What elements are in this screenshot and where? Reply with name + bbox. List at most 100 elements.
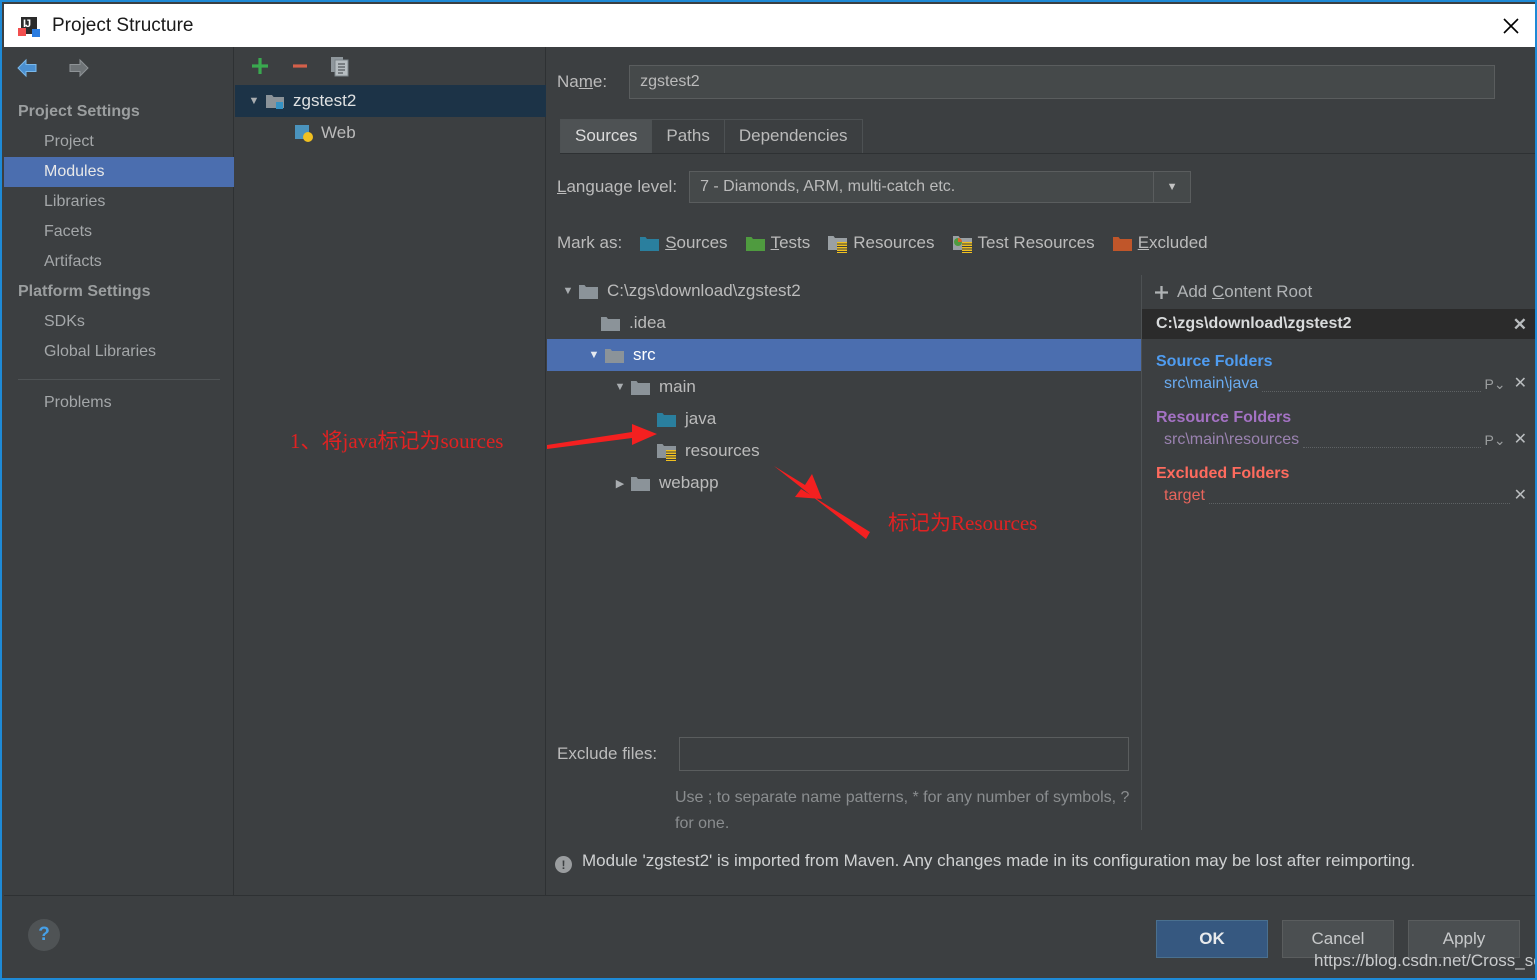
language-level-value: 7 - Diamonds, ARM, multi-catch etc. (700, 178, 956, 195)
plus-icon[interactable] (247, 53, 273, 79)
resources-folder-icon (828, 234, 848, 253)
chevron-down-icon[interactable]: ▼ (609, 381, 631, 393)
sidebar-item-global-libraries[interactable]: Global Libraries (4, 337, 234, 367)
source-folder-row[interactable]: src\main\java P⌄ ✕ (1142, 373, 1535, 395)
forward-arrow-icon[interactable] (62, 57, 90, 84)
help-icon[interactable]: ? (28, 919, 60, 951)
resource-folder-row[interactable]: src\main\resources P⌄ ✕ (1142, 429, 1535, 451)
name-row: Name: (557, 65, 1496, 99)
source-tree-row-src[interactable]: ▼ src (547, 339, 1141, 371)
source-tree-row-content-root[interactable]: ▼ C:\zgs\download\zgstest2 (547, 275, 1141, 307)
copy-icon[interactable] (327, 53, 353, 79)
mark-as-label-text: Tests (770, 233, 811, 252)
dialog-body: Project Settings Project Modules Librari… (4, 47, 1535, 895)
settings-sidebar: Project Settings Project Modules Librari… (4, 47, 234, 895)
sidebar-item-libraries[interactable]: Libraries (4, 187, 234, 217)
sidebar-item-modules[interactable]: Modules (4, 157, 234, 187)
resource-folders-title: Resource Folders (1156, 409, 1292, 426)
sidebar-group-project-settings: Project Settings (18, 103, 140, 120)
title-bar: IJ Project Structure (4, 4, 1535, 47)
close-icon[interactable]: ✕ (1513, 316, 1527, 333)
plain-folder-icon (601, 315, 620, 332)
package-prefix-icon[interactable]: P⌄ (1485, 432, 1506, 449)
mark-as-resources-button[interactable]: Resources (828, 233, 935, 253)
sidebar-item-sdks[interactable]: SDKs (4, 307, 234, 337)
navigation-arrows (16, 57, 90, 84)
package-prefix-icon[interactable]: P⌄ (1485, 376, 1506, 393)
source-tree-row-idea[interactable]: .idea (547, 307, 1141, 339)
sidebar-group-platform-settings: Platform Settings (18, 283, 151, 300)
sidebar-divider (18, 379, 220, 380)
source-tree-row-java[interactable]: java (547, 403, 1141, 435)
chevron-down-icon[interactable]: ▼ (243, 95, 265, 107)
add-content-root-label: Add Content Root (1177, 282, 1313, 301)
chevron-down-icon[interactable]: ▼ (557, 285, 579, 297)
plain-folder-icon (631, 379, 650, 396)
source-tree-row-webapp[interactable]: ▶ webapp (547, 467, 1141, 499)
plain-folder-icon (579, 283, 598, 300)
watermark: https://blog.csdn.net/Cross_self (1314, 951, 1537, 970)
module-tree-row-web[interactable]: Web (235, 117, 546, 149)
mark-as-test-resources-button[interactable]: Test Resources (952, 233, 1095, 253)
dot-leader (1262, 377, 1481, 392)
sidebar-item-project[interactable]: Project (4, 127, 234, 157)
tab-sources[interactable]: Sources (560, 119, 653, 153)
close-icon[interactable] (1485, 4, 1535, 47)
tab-paths[interactable]: Paths (651, 119, 725, 153)
source-tree-label: resources (685, 441, 760, 460)
exclude-files-label: Exclude files: (557, 744, 658, 763)
close-icon[interactable]: ✕ (1514, 432, 1527, 448)
sources-folder-icon (657, 411, 676, 428)
language-level-select[interactable]: 7 - Diamonds, ARM, multi-catch etc. ▼ (689, 171, 1192, 203)
module-folder-icon (265, 92, 285, 110)
module-tree-row-zgstest2[interactable]: ▼ zgstest2 (235, 85, 546, 117)
exclude-files-input[interactable] (679, 737, 1130, 771)
minus-icon[interactable] (287, 53, 313, 79)
source-tree-row-main[interactable]: ▼ main (547, 371, 1141, 403)
name-input[interactable] (629, 65, 1496, 99)
close-icon[interactable]: ✕ (1514, 488, 1527, 504)
content-root-tree: ▼ C:\zgs\download\zgstest2 .idea ▼ src ▼… (547, 275, 1141, 705)
annotation-mark-java-as-sources: 1、将java标记为sources (290, 429, 504, 453)
info-icon: ! (555, 856, 572, 873)
sidebar-item-facets[interactable]: Facets (4, 217, 234, 247)
sidebar-item-artifacts[interactable]: Artifacts (4, 247, 234, 277)
module-editor: Name: Sources Paths Dependencies Languag… (547, 47, 1535, 895)
source-tree-label: src (633, 345, 656, 364)
chevron-right-icon[interactable]: ▶ (609, 477, 631, 490)
mark-as-label-text: Excluded (1137, 233, 1208, 252)
source-tree-row-resources[interactable]: resources (547, 435, 1141, 467)
mark-as-sources-button[interactable]: Sources (640, 233, 728, 253)
maven-warning: ! Module 'zgstest2' is imported from Mav… (555, 847, 1495, 874)
window-title: Project Structure (52, 14, 194, 36)
excluded-folders-title: Excluded Folders (1156, 465, 1290, 482)
close-icon[interactable]: ✕ (1514, 376, 1527, 392)
exclude-files-hint: Use ; to separate name patterns, * for a… (675, 789, 1130, 832)
module-tabs: Sources Paths Dependencies (560, 119, 1535, 154)
language-level-label: Language level: (557, 177, 678, 196)
name-label: Name: (557, 72, 608, 91)
sources-folder-icon (640, 235, 660, 252)
module-tree-label: zgstest2 (293, 91, 357, 110)
sidebar-item-problems[interactable]: Problems (4, 388, 234, 418)
back-arrow-icon[interactable] (16, 57, 44, 84)
module-tree-label: Web (321, 123, 356, 142)
plain-folder-icon (605, 347, 624, 364)
mark-as-label-text: Test Resources (977, 233, 1095, 252)
chevron-down-icon[interactable]: ▼ (1153, 172, 1190, 202)
intellij-idea-icon: IJ (18, 15, 40, 37)
annotation-mark-as-resources: 标记为Resources (888, 511, 1038, 535)
add-content-root-button[interactable]: Add Content Root (1142, 275, 1535, 309)
mark-as-tests-button[interactable]: Tests (745, 233, 811, 253)
plus-icon (1154, 285, 1169, 300)
chevron-down-icon[interactable]: ▼ (583, 349, 605, 361)
modules-tree: ▼ zgstest2 Web (235, 85, 546, 149)
source-tree-label: webapp (659, 473, 719, 492)
ok-button[interactable]: OK (1156, 920, 1268, 958)
excluded-folder-row[interactable]: target ✕ (1142, 485, 1535, 507)
dialog-footer: ? OK Cancel Apply (4, 895, 1535, 978)
mark-as-excluded-button[interactable]: Excluded (1112, 233, 1208, 253)
tab-dependencies[interactable]: Dependencies (723, 119, 863, 153)
modules-panel: ▼ zgstest2 Web (235, 47, 546, 895)
source-folder-path: src\main\java (1164, 375, 1259, 392)
